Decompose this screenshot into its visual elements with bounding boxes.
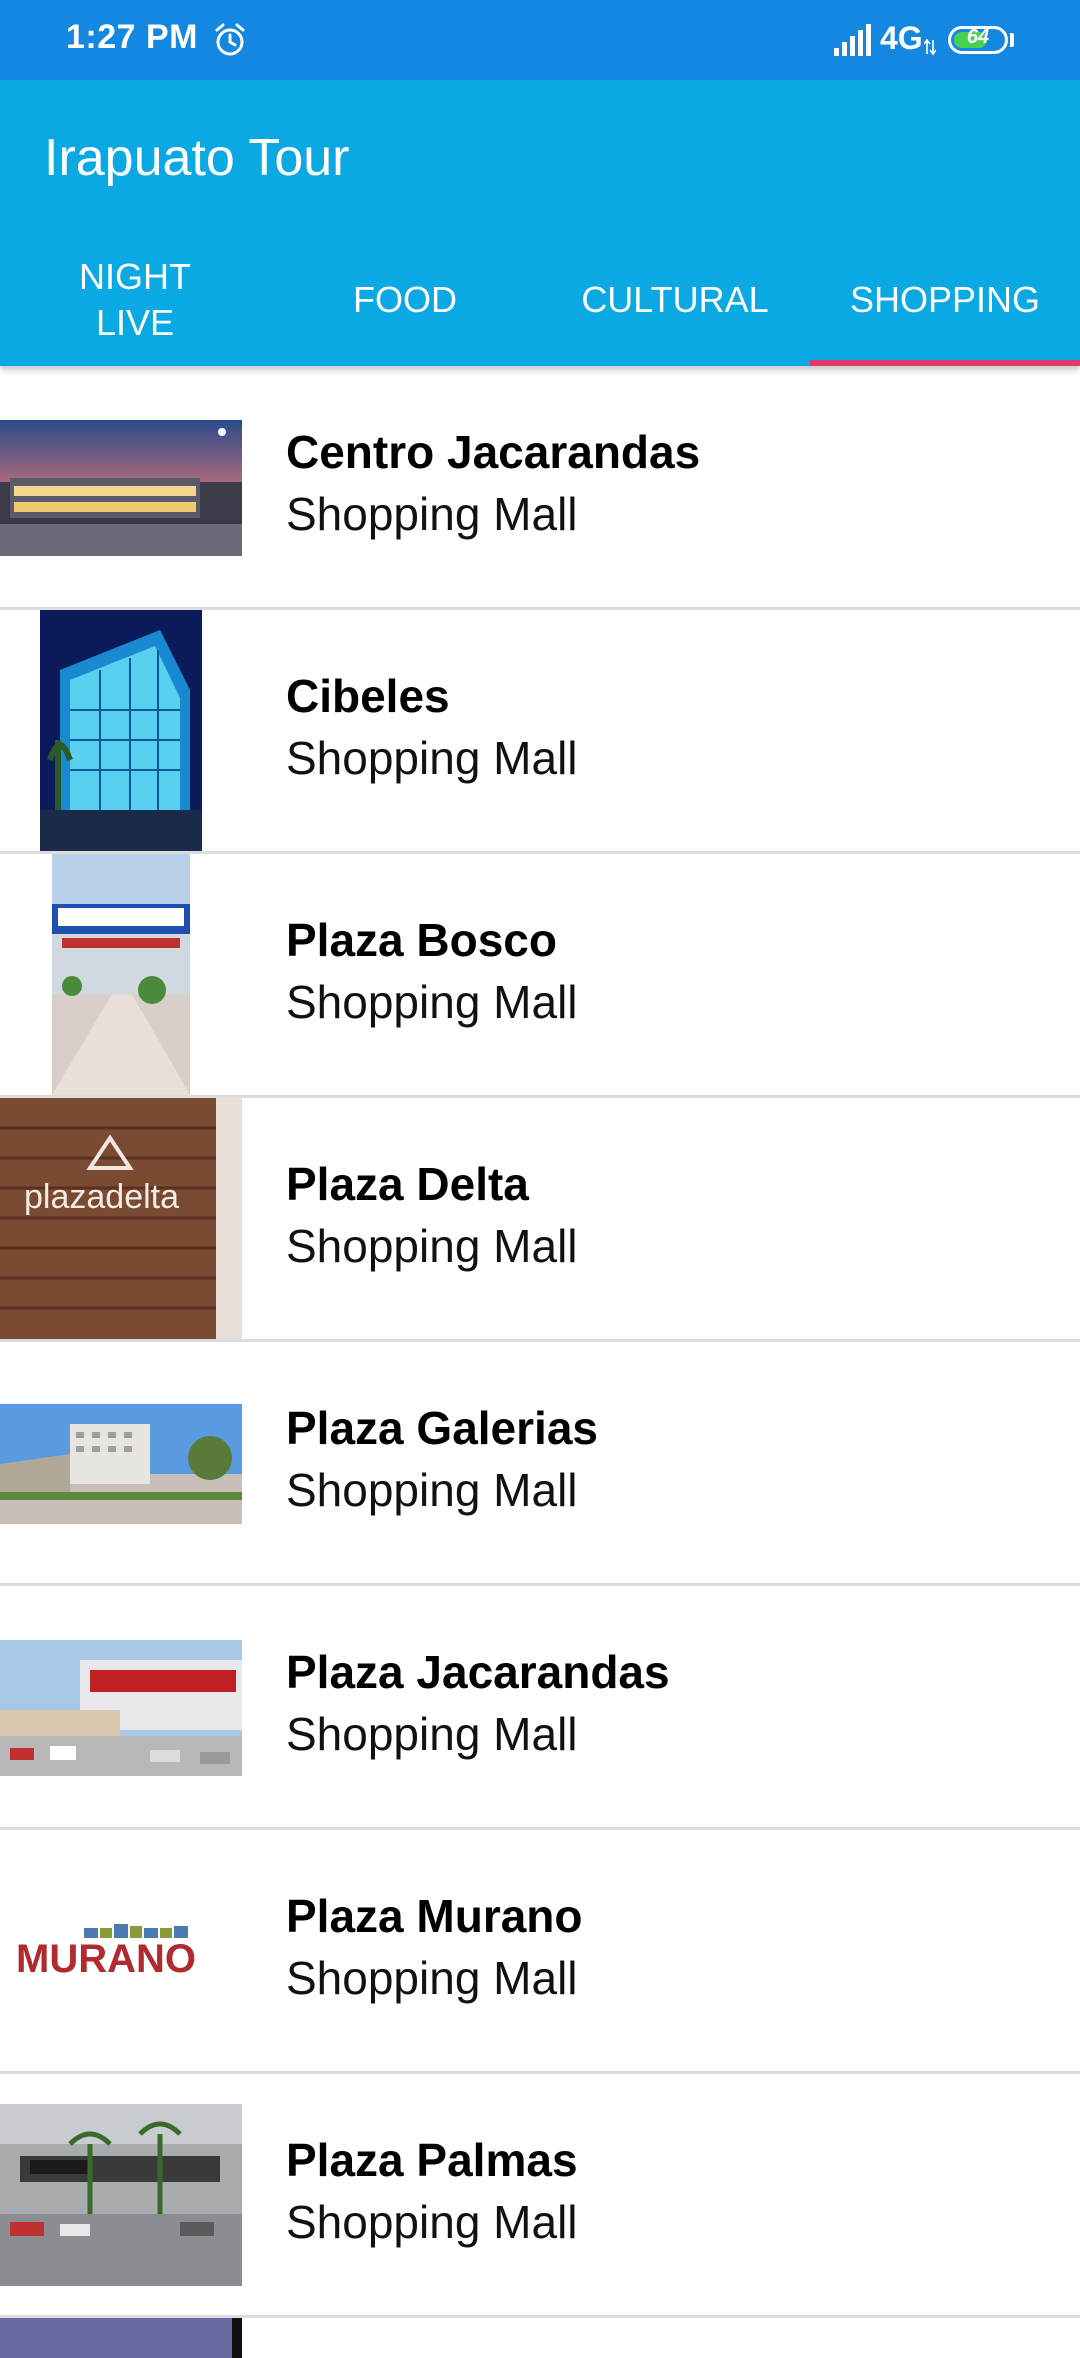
list-item-title: Plaza Delta (286, 1158, 529, 1210)
murano-logo: MURANO (14, 1914, 228, 1984)
list-item-title: Plaza Murano (286, 1890, 583, 1942)
tab-cultural[interactable]: CULTURAL (540, 234, 810, 366)
plazadelta-sign-photo: plazadelta (0, 1098, 242, 1339)
galerias-exterior-photo (0, 1404, 242, 1524)
list-item-subtitle: Shopping Mall (286, 732, 578, 784)
list-item-title: Centro Jacarandas (286, 426, 701, 478)
alarm-clock-icon (215, 23, 245, 56)
list-item-title: Plaza Jacarandas (286, 1646, 670, 1698)
list-item-subtitle: Shopping Mall (286, 2196, 578, 2248)
list-item-text: Plaza Jacarandas Shopping Mall (286, 1644, 670, 1764)
palmas-exterior-photo (0, 2104, 242, 2286)
mall-at-dusk-photo (0, 420, 242, 556)
list-item[interactable]: Cibeles Shopping Mall (0, 610, 1080, 854)
glass-building-photo (40, 610, 202, 851)
list-item-title: Cibeles (286, 670, 450, 722)
place-list: Centro Jacarandas Shopping Mall Cibeles … (0, 366, 1080, 2358)
list-item-text: Centro Jacarandas Shopping Mall (286, 424, 700, 544)
list-item[interactable]: MURANO Plaza Murano Shopping Mall (0, 1830, 1080, 2074)
list-item-subtitle: Shopping Mall (286, 1708, 578, 1760)
tab-shopping[interactable]: SHOPPING (810, 234, 1080, 366)
network-type: 4G (880, 20, 923, 56)
cell-signal-icon (834, 24, 871, 56)
list-item-title: Plaza Galerias (286, 1402, 598, 1454)
list-item-text: Plaza Bosco Shopping Mall (286, 912, 578, 1032)
list-item-text: Plaza Palmas Shopping Mall (286, 2132, 578, 2252)
list-item-subtitle: Shopping Mall (286, 1220, 578, 1272)
tab-food[interactable]: FOOD (270, 234, 540, 366)
list-item-subtitle: Shopping Mall (286, 488, 578, 540)
tab-bar: NIGHT LIVE FOOD CULTURAL SHOPPING (0, 234, 1080, 366)
battery-icon: 64 (948, 26, 1008, 54)
tab-night-live[interactable]: NIGHT LIVE (0, 234, 270, 366)
list-item[interactable]: Plaza Jacarandas Shopping Mall (0, 1586, 1080, 1830)
tab-selected-indicator (810, 360, 1080, 366)
app-title: Irapuato Tour (44, 129, 350, 187)
list-item-text: Plaza Delta Shopping Mall (286, 1156, 578, 1276)
list-item[interactable]: Plaza Galerias Shopping Mall (0, 1342, 1080, 1586)
list-item[interactable]: Plaza Palmas Shopping Mall (0, 2074, 1080, 2318)
battery-level: 64 (966, 26, 990, 48)
list-item-title: Plaza Bosco (286, 914, 557, 966)
list-item-subtitle: Shopping Mall (286, 1952, 578, 2004)
list-item[interactable]: plazadelta Plaza Delta Shopping Mall (0, 1098, 1080, 1342)
list-item-title: Plaza Palmas (286, 2134, 578, 2186)
status-bar: 1:27 PM 4G 64 (0, 0, 1080, 80)
app-bar: Irapuato Tour (0, 80, 1080, 234)
list-item[interactable]: Centro Jacarandas Shopping Mall (0, 366, 1080, 610)
list-item-partial[interactable] (0, 2318, 1080, 2358)
list-item-text: Plaza Galerias Shopping Mall (286, 1400, 598, 1520)
status-time: 1:27 PM (66, 18, 198, 56)
list-item-subtitle: Shopping Mall (286, 976, 578, 1028)
list-item-subtitle: Shopping Mall (286, 1464, 578, 1516)
list-item-text: Cibeles Shopping Mall (286, 668, 578, 788)
svg-text:MURANO: MURANO (16, 1937, 196, 1981)
list-item-text: Plaza Murano Shopping Mall (286, 1888, 583, 2008)
list-item[interactable]: Plaza Bosco Shopping Mall (0, 854, 1080, 1098)
soriana-parking-photo (0, 1640, 242, 1776)
svg-text:plazadelta: plazadelta (24, 1178, 179, 1216)
don-bosco-entrance-photo (52, 854, 190, 1095)
partial-item-photo (0, 2318, 242, 2358)
data-activity-icon (924, 38, 936, 56)
battery-tip (1010, 33, 1014, 47)
